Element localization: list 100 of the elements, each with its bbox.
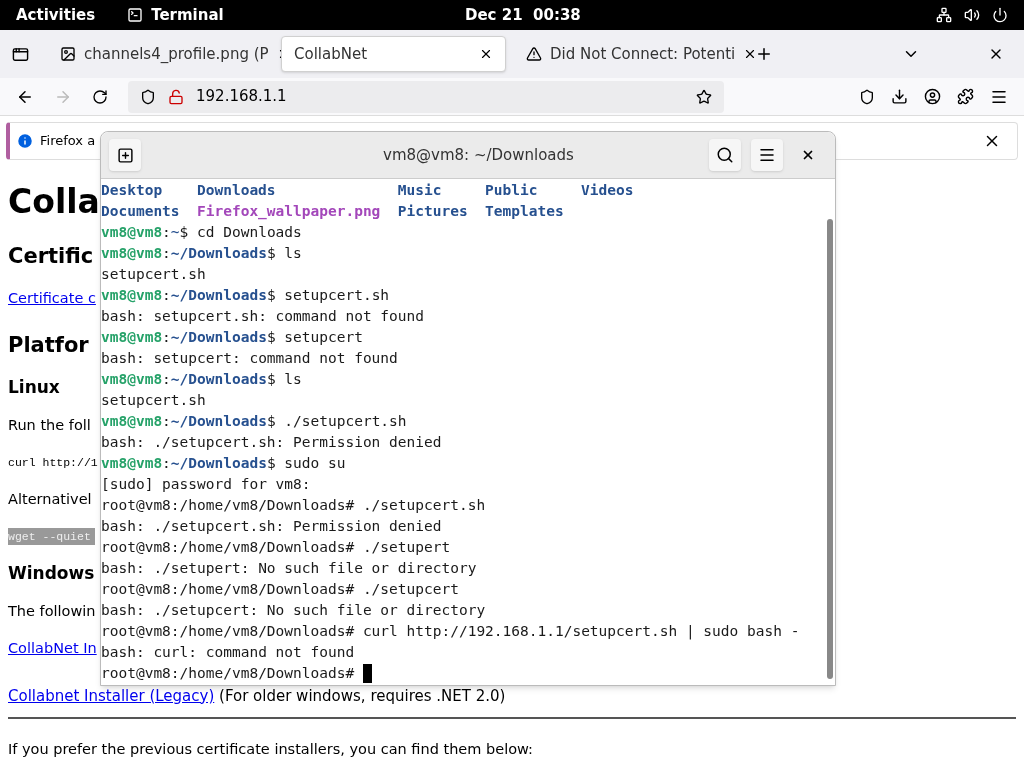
output-line: bash: curl: command not found (101, 644, 355, 660)
prompt-user: vm8@vm8 (101, 223, 163, 242)
volume-icon[interactable] (964, 7, 980, 23)
power-icon[interactable] (992, 7, 1008, 23)
output-line: setupcert.sh (101, 392, 206, 408)
prompt-separator: : (162, 328, 171, 347)
directory-name: Documents (101, 202, 181, 221)
activities-button[interactable]: Activities (16, 3, 96, 27)
output-line: root@vm8:/home/vm8/Downloads# ./setupcert.sh (101, 497, 486, 513)
command-text: $ cd Downloads (179, 223, 302, 242)
prompt-path: ~/Downloads (170, 412, 267, 431)
close-icon[interactable] (801, 148, 815, 162)
paragraph: If you prefer the previous certificate installers, you can find them below: (8, 739, 533, 759)
command-text: $ ./setupcert.sh (266, 412, 407, 431)
tab-title: CollabNet (294, 43, 369, 65)
output-line: root@vm8:/home/vm8/Downloads# curl http://192.168.1.1/setupcert.sh | sudo bash - (101, 623, 800, 639)
command-text: $ sudo su (266, 454, 346, 473)
address-field[interactable]: 192.168.1.1 (128, 80, 724, 113)
directory-name: Downloads (197, 181, 277, 200)
prompt-user: vm8@vm8 (101, 244, 163, 263)
command-text: $ setupcert (266, 328, 363, 347)
subsection-heading: Windows (8, 562, 95, 586)
output-line: bash: ./setupert: No such file or directory (101, 560, 477, 576)
page-link[interactable]: Collabnet Installer (Legacy) (8, 684, 215, 707)
prompt-user: vm8@vm8 (101, 412, 163, 431)
star-icon[interactable] (696, 88, 712, 105)
output-line: [sudo] password for vm8: (101, 476, 311, 492)
output-line: bash: ./setupcert: No such file or directory (101, 602, 486, 618)
prompt-separator: : (162, 454, 171, 473)
window-title: vm8@vm8: ~/Downloads (383, 144, 574, 166)
new-tab-button[interactable] (109, 139, 141, 171)
output-line: root@vm8:/home/vm8/Downloads# ./setupert (101, 539, 451, 555)
subsection-heading: Linux (8, 376, 60, 400)
command-text: $ setupcert.sh (266, 286, 390, 305)
section-heading: Certific (8, 243, 94, 271)
output-line: setupcert.sh (101, 266, 206, 282)
paragraph: Alternativel (8, 489, 92, 509)
prompt-user: vm8@vm8 (101, 454, 163, 473)
directory-name: Pictures (397, 202, 469, 221)
tab-title: channels4_profile.png (P (84, 43, 269, 65)
output-line: root@vm8:/home/vm8/Downloads# ./setupcert (101, 581, 459, 597)
prompt-path: ~ (170, 223, 180, 242)
search-icon (716, 146, 734, 164)
prompt-separator: : (162, 223, 171, 242)
close-icon[interactable] (479, 47, 493, 61)
page-heading: Colla (8, 181, 100, 224)
page-link[interactable]: Certificate c (8, 287, 96, 310)
prompt-path: ~/Downloads (170, 244, 267, 263)
prompt-user: vm8@vm8 (101, 286, 163, 305)
reload-icon[interactable] (92, 88, 108, 105)
browser-tab[interactable]: Did Not Connect: Potenti (514, 36, 739, 72)
image-icon (60, 46, 76, 62)
download-icon[interactable] (891, 88, 908, 105)
account-icon[interactable] (924, 88, 941, 105)
menu-icon (758, 146, 776, 164)
command-text: $ ls (266, 244, 302, 263)
prompt-path: ~/Downloads (170, 370, 267, 389)
prompt-path: ~/Downloads (170, 328, 267, 347)
directory-name: Music (397, 181, 443, 200)
prompt-separator: : (162, 286, 171, 305)
paragraph: The followin (8, 601, 96, 621)
directory-name: Public (485, 181, 539, 200)
code-line: curl http://1 (8, 454, 98, 471)
plus-square-icon (116, 146, 134, 164)
app-menu[interactable]: Terminal (127, 3, 224, 27)
notification-text: Firefox a (40, 132, 96, 151)
extensions-icon[interactable] (957, 88, 974, 105)
prompt-line: root@vm8:/home/vm8/Downloads# (101, 664, 356, 683)
link-note: (For older windows, requires .NET 2.0) (218, 685, 506, 707)
output-line: bash: ./setupcert.sh: Permission denied (101, 434, 442, 450)
network-icon[interactable] (936, 7, 952, 23)
page-link[interactable]: CollabNet In (8, 637, 97, 660)
directory-name: Templates (485, 202, 565, 221)
warning-icon (526, 46, 542, 62)
scrollbar-thumb[interactable] (827, 219, 833, 679)
shield-icon[interactable] (140, 88, 156, 105)
new-tab-icon[interactable] (755, 45, 773, 63)
directory-name: Videos (581, 181, 635, 200)
terminal-icon (127, 7, 144, 23)
output-line: bash: ./setupcert.sh: Permission denied (101, 518, 442, 534)
paragraph: Run the foll (8, 415, 91, 435)
tab-title: Did Not Connect: Potenti (550, 43, 736, 65)
open-lock-icon[interactable] (168, 88, 184, 105)
info-icon (16, 132, 34, 150)
clock[interactable]: Dec 21 00:38 (465, 3, 581, 27)
output-line: bash: setupcert: command not found (101, 350, 398, 366)
menu-button[interactable] (751, 139, 783, 171)
browser-tab[interactable]: CollabNet (281, 36, 506, 72)
prompt-separator: : (162, 412, 171, 431)
prompt-user: vm8@vm8 (101, 328, 163, 347)
prompt-user: vm8@vm8 (101, 370, 163, 389)
search-button[interactable] (709, 139, 741, 171)
text-cursor (362, 664, 372, 683)
prompt-separator: : (162, 244, 171, 263)
output-line: bash: setupcert.sh: command not found (101, 308, 424, 324)
image-file-name: Firefox_wallpaper.png (197, 202, 382, 222)
prompt-path: ~/Downloads (170, 286, 267, 305)
prompt-path: ~/Downloads (170, 454, 267, 473)
prompt-separator: : (162, 370, 171, 389)
directory-name: Desktop (101, 181, 164, 200)
